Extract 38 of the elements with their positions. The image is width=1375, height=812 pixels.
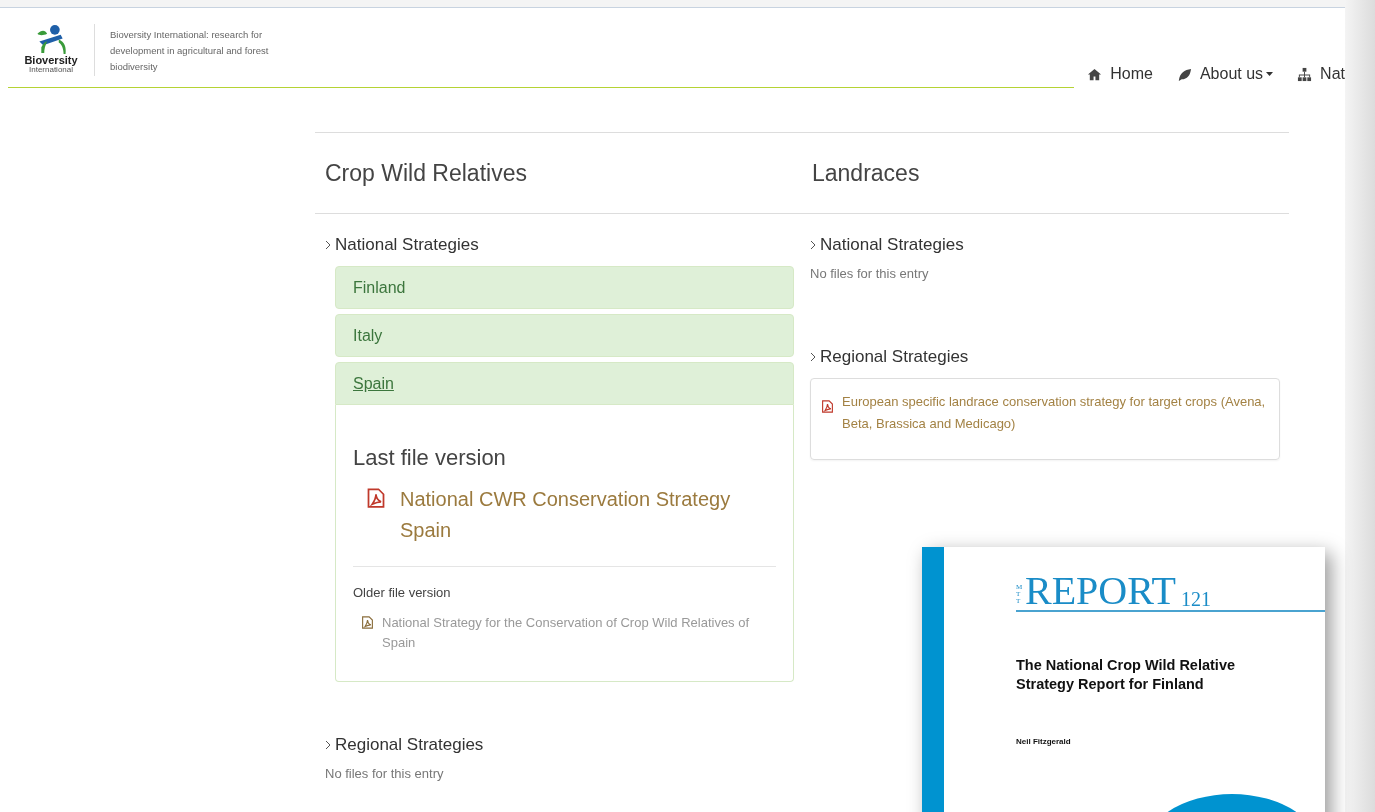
accordion-header[interactable]: Finland (335, 266, 794, 309)
empty-message: No files for this entry (810, 265, 930, 283)
section-heading: Older file version (353, 584, 452, 602)
file-link[interactable]: European specific landrace conservation strategy for target crops (Avena, Beta, Brassica and Medicago) (842, 390, 1269, 435)
report-author: Neil Fitzgerald (1016, 736, 1072, 748)
logo-name: Bioversity (24, 55, 78, 66)
column-title: Crop Wild Relatives (325, 158, 528, 188)
logo-subtitle: International (29, 66, 73, 74)
nav-link[interactable]: About us (1176, 62, 1274, 86)
chevron-icon (810, 351, 816, 362)
report-number: 121 (1180, 589, 1211, 609)
file-link[interactable]: National Strategy for the Conservation of Crop Wild Relatives of Spain (382, 612, 752, 653)
pdf-icon (821, 399, 834, 413)
site-tagline: Bioversity International: research for development in agricultural and forest biodiversity (110, 28, 270, 74)
group-title: National Strategies (820, 234, 964, 257)
home-icon (1087, 66, 1103, 82)
file-link[interactable]: National CWR Conservation Strategy Spain (400, 484, 776, 546)
caret-icon (1266, 72, 1274, 76)
accordion-header[interactable]: Spain (335, 362, 794, 405)
column-title: Landraces (812, 158, 920, 188)
group-title: Regional Strategies (820, 345, 969, 368)
accordion-header[interactable]: Italy (335, 314, 794, 357)
logo[interactable]: Bioversity International (18, 24, 84, 74)
chevron-icon (325, 240, 331, 250)
group-title: Regional Strategies (335, 733, 484, 756)
chevron-icon (325, 739, 331, 750)
report-word: REPORT (1025, 573, 1176, 609)
pdf-icon (366, 488, 386, 508)
nav-link[interactable]: Nat (1297, 62, 1345, 86)
sitemap-icon (1297, 66, 1313, 82)
report-title: The National Crop Wild Relative Strategy Report for Finland (1016, 656, 1236, 694)
group-title: National Strategies (335, 234, 479, 257)
chevron-icon (810, 240, 816, 250)
pdf-icon (361, 615, 374, 629)
leaf-icon (1176, 66, 1192, 82)
empty-message: No files for this entry (325, 764, 445, 783)
section-heading: Last file version (353, 444, 507, 472)
nav-link[interactable]: Home (1087, 62, 1153, 86)
